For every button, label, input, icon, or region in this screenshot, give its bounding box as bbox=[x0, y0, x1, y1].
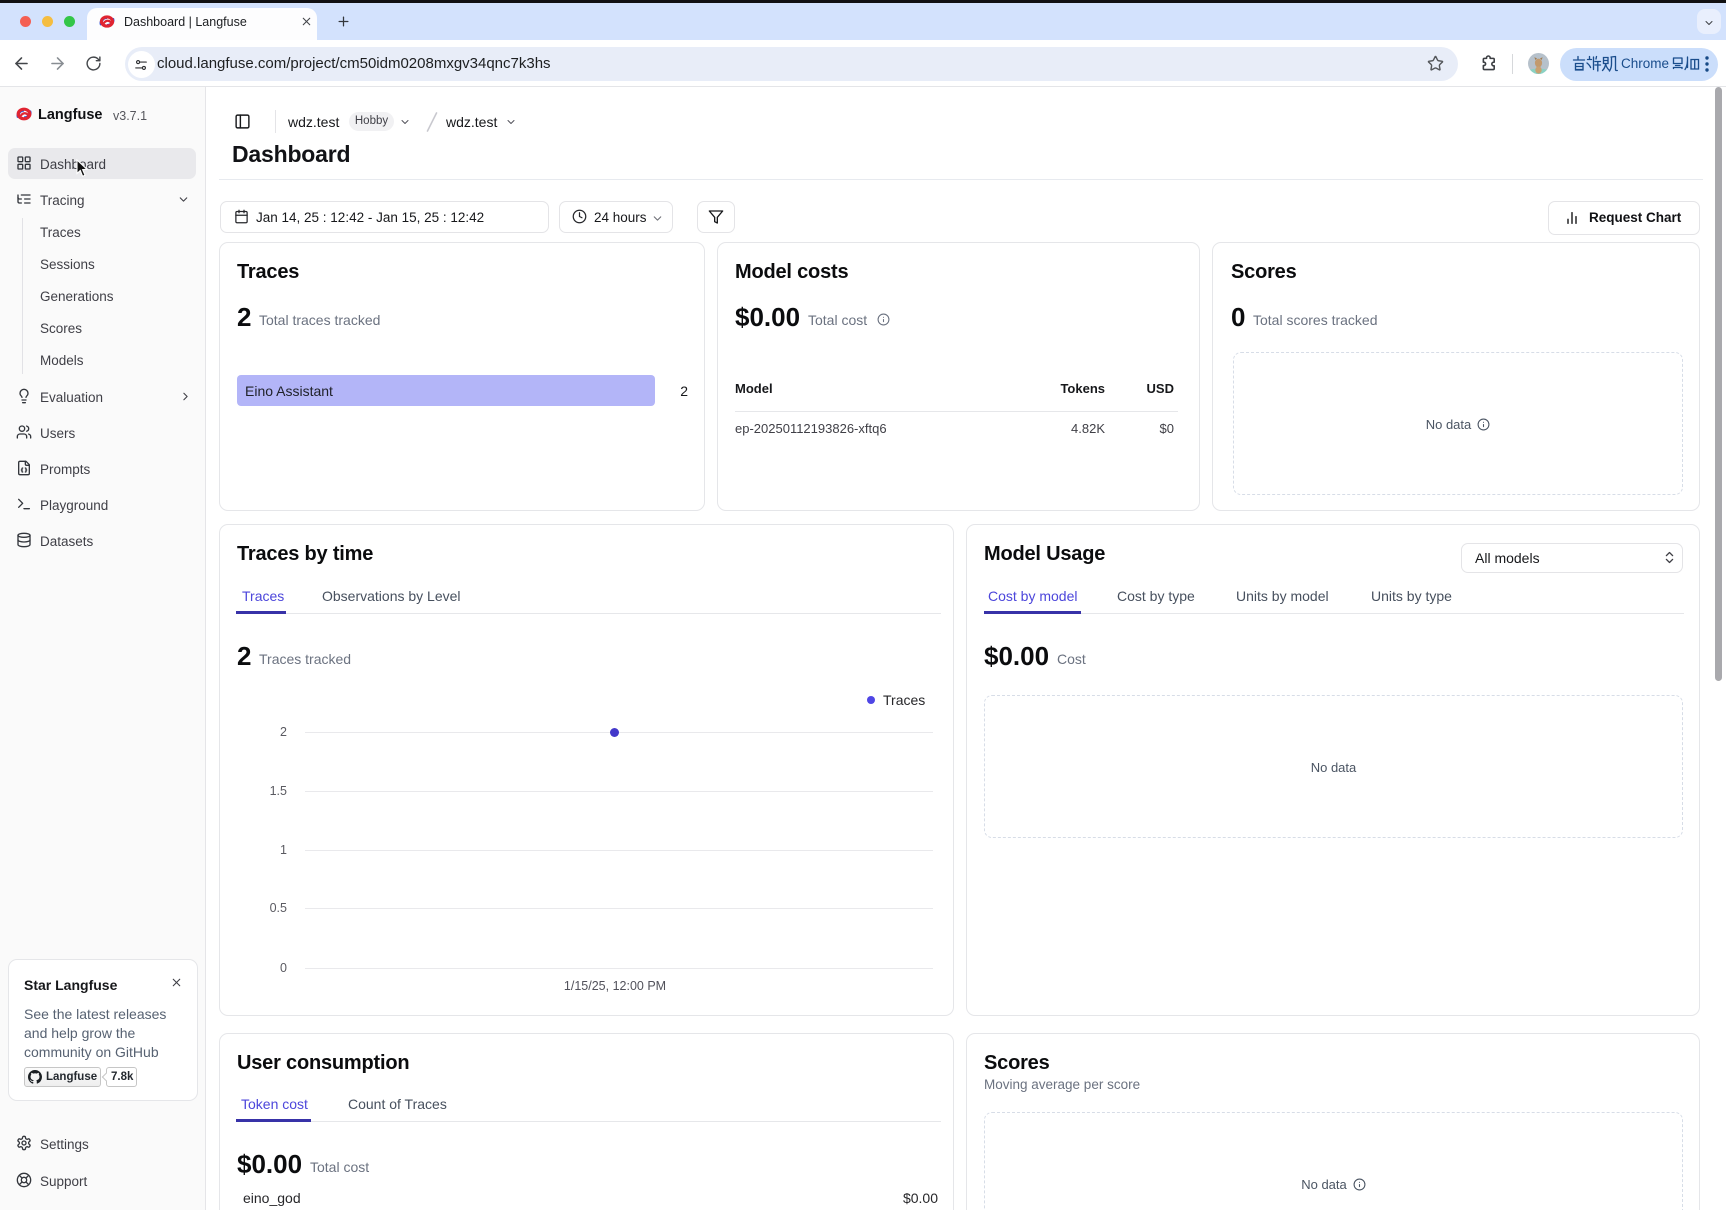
svg-text:Chrome: Chrome bbox=[1621, 56, 1669, 71]
